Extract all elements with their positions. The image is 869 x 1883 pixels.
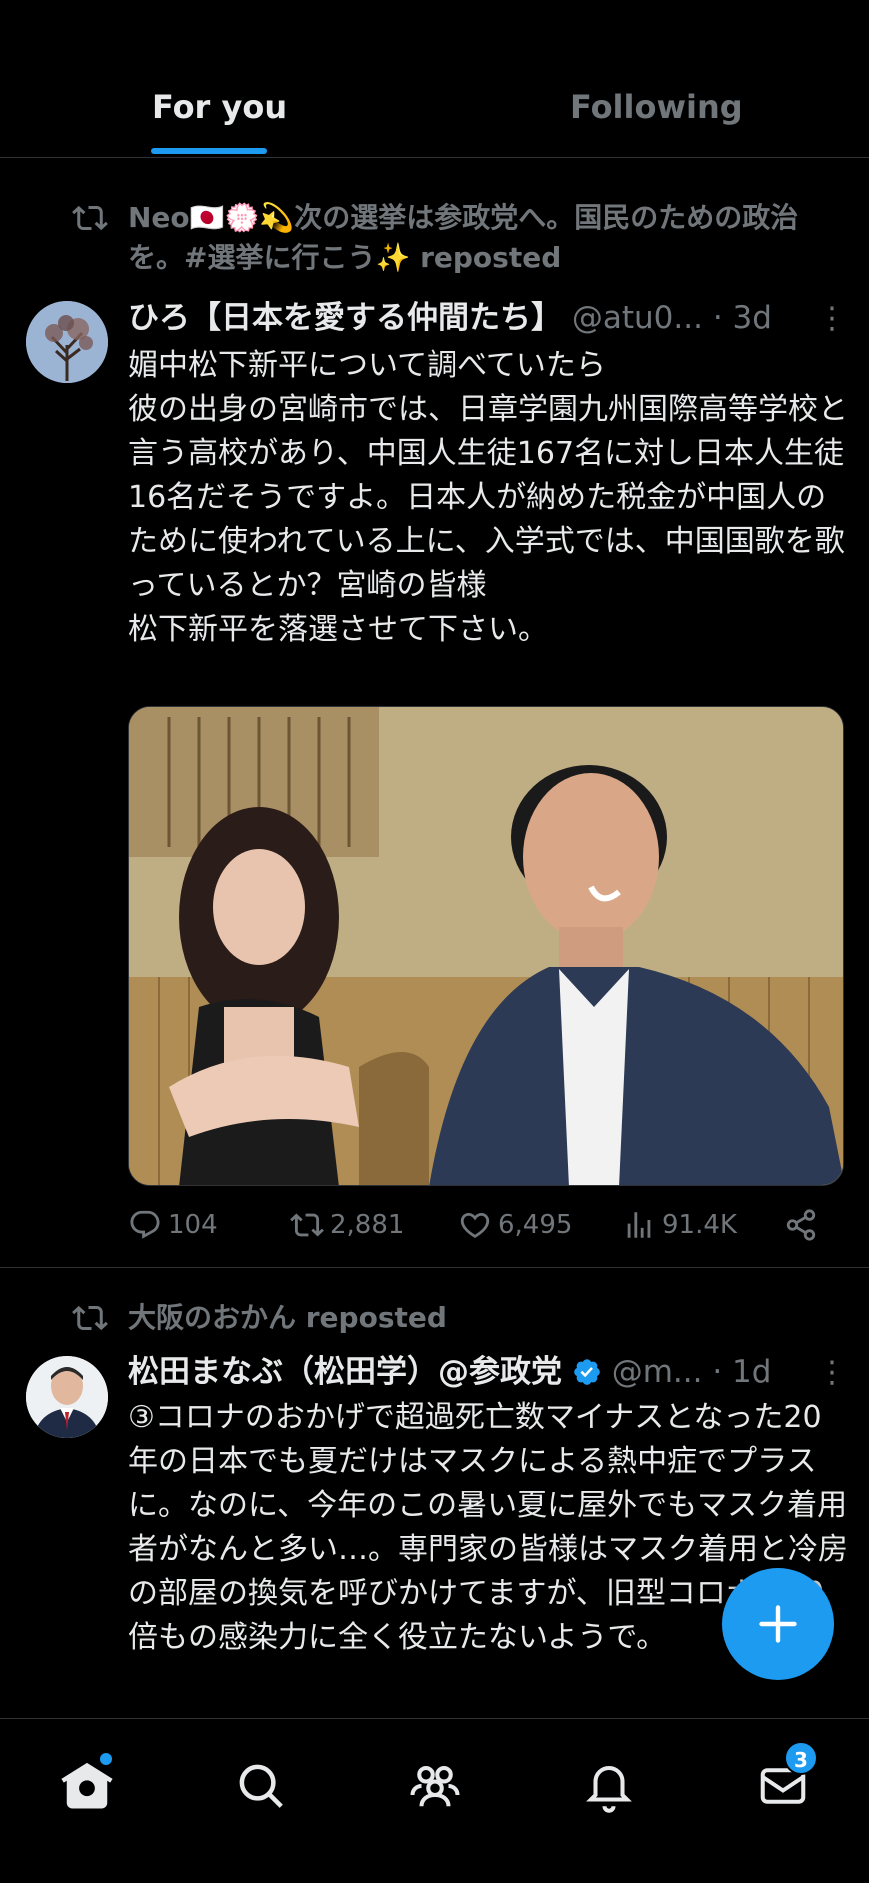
views-button[interactable]: 91.4K [622, 1208, 737, 1242]
author-name[interactable]: ひろ【日本を愛する仲間たち】 [128, 300, 562, 336]
share-button[interactable] [784, 1208, 818, 1242]
like-count: 6,495 [498, 1210, 573, 1240]
repost-label[interactable]: Neo🇯🇵💮💫次の選挙は参政党へ。国民のための政治を。#選挙に行こう✨ repo… [128, 198, 828, 278]
active-tab-indicator [151, 148, 267, 154]
plus-icon [759, 1605, 797, 1643]
share-icon [786, 1209, 816, 1241]
avatar[interactable] [26, 301, 108, 383]
repost-icon [72, 1300, 108, 1336]
author-handle[interactable]: @atu0... [572, 300, 703, 336]
search-icon [239, 1764, 283, 1808]
communities-icon [410, 1765, 460, 1807]
views-count: 91.4K [662, 1210, 737, 1240]
tweet-header: ひろ【日本を愛する仲間たち】 @atu0... · 3d [128, 298, 772, 338]
reply-icon [130, 1210, 160, 1239]
repost-label[interactable]: 大阪のおかん reposted [128, 1298, 447, 1338]
tweet-text[interactable]: 媚中松下新平について調べていたら 彼の出身の宮崎市では、日章学園九州国際高等学校… [128, 344, 848, 652]
home-unread-dot [100, 1753, 112, 1765]
tab-following[interactable]: Following [570, 88, 743, 126]
like-button[interactable]: 6,495 [458, 1208, 572, 1242]
nav-notifications[interactable] [582, 1759, 636, 1813]
author-name[interactable]: 松田まなぶ（松田学）@参政党 [128, 1354, 562, 1390]
tweet-image[interactable] [128, 706, 844, 1186]
compose-button[interactable] [722, 1568, 834, 1680]
tweet-time[interactable]: · 3d [713, 300, 772, 336]
tweet-time[interactable]: · 1d [712, 1354, 771, 1390]
tweet[interactable]: Neo🇯🇵💮💫次の選挙は参政党へ。国民のための政治を。#選挙に行こう✨ repo… [0, 176, 869, 1268]
nav-home[interactable] [60, 1753, 114, 1813]
nav-messages[interactable]: 3 [756, 1741, 818, 1813]
avatar[interactable] [26, 1356, 108, 1438]
top-tab-bar: For you Following [0, 0, 869, 158]
tweet-header: 松田まなぶ（松田学）@参政党 @m... · 1d [128, 1352, 771, 1392]
more-options-icon[interactable]: ⋮ [817, 304, 847, 334]
bottom-navigation: 3 [0, 1718, 869, 1883]
nav-search[interactable] [234, 1759, 288, 1813]
retweet-button[interactable]: 2,881 [290, 1208, 404, 1242]
author-handle[interactable]: @m... [612, 1354, 703, 1390]
messages-badge: 3 [784, 1741, 818, 1775]
tweet-actions: 104 2,881 6,495 91.4K [128, 1208, 828, 1248]
home-icon [61, 1762, 113, 1809]
views-chart-icon [627, 1212, 651, 1238]
reply-button[interactable]: 104 [128, 1208, 218, 1242]
retweet-icon [290, 1213, 324, 1237]
repost-icon [72, 200, 108, 236]
tab-for-you[interactable]: For you [152, 88, 287, 126]
nav-communities[interactable] [408, 1759, 462, 1813]
bell-icon [586, 1765, 632, 1813]
reply-count: 104 [168, 1210, 218, 1240]
verified-badge-icon [574, 1359, 600, 1385]
heart-icon [460, 1212, 490, 1238]
retweet-count: 2,881 [330, 1210, 405, 1240]
more-options-icon[interactable]: ⋮ [817, 1358, 847, 1388]
